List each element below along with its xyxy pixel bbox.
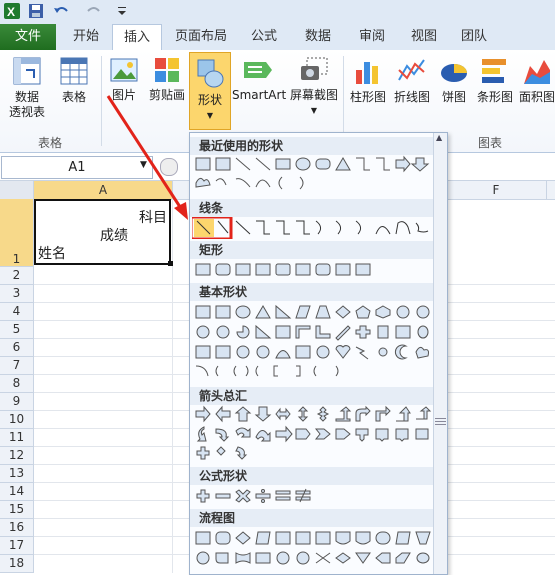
smartart-button[interactable]: SmartArt xyxy=(232,56,286,103)
smartart-icon xyxy=(242,56,276,84)
row-header[interactable]: 5 xyxy=(0,321,34,339)
row-header[interactable]: 11 xyxy=(0,429,34,447)
section-equation-shapes: 公式形状 xyxy=(190,467,433,485)
table-label: 表格 xyxy=(61,90,86,104)
row-header[interactable]: 6 xyxy=(0,339,34,357)
tab-formulas[interactable]: 公式 xyxy=(242,24,286,50)
row-header[interactable]: 9 xyxy=(0,393,34,411)
area-chart-icon xyxy=(522,56,552,86)
pie-chart-button[interactable]: 饼图 xyxy=(436,56,472,105)
tab-data[interactable]: 数据 xyxy=(296,24,340,50)
row-header[interactable]: 8 xyxy=(0,375,34,393)
tab-review[interactable]: 审阅 xyxy=(350,24,394,50)
table-icon xyxy=(59,56,89,86)
quick-access-toolbar: X xyxy=(0,0,555,25)
section-basic-shapes: 基本形状 xyxy=(190,283,433,301)
column-chart-label: 柱形图 xyxy=(349,90,386,104)
row-header[interactable]: 16 xyxy=(0,519,34,537)
area-chart-button[interactable]: 面积图 xyxy=(517,56,555,105)
row-header[interactable]: 13 xyxy=(0,465,34,483)
section-block-arrows: 箭头总汇 xyxy=(190,387,433,405)
rectangles-row[interactable] xyxy=(192,261,432,279)
bar-chart-label: 条形图 xyxy=(476,90,513,104)
pie-chart-label: 饼图 xyxy=(441,90,466,104)
save-icon[interactable] xyxy=(28,3,46,20)
section-rectangles: 矩形 xyxy=(190,241,433,259)
tab-insert[interactable]: 插入 xyxy=(112,24,162,51)
tab-view[interactable]: 视图 xyxy=(402,24,446,50)
shapes-icon xyxy=(195,57,225,89)
row-header[interactable]: 12 xyxy=(0,447,34,465)
tab-page-layout[interactable]: 页面布局 xyxy=(168,24,234,50)
row-header[interactable]: 2 xyxy=(0,267,34,285)
lines-shapes-row[interactable] xyxy=(192,217,432,239)
row-header[interactable]: 18 xyxy=(0,555,34,573)
row-header[interactable]: 7 xyxy=(0,357,34,375)
bar-chart-icon xyxy=(480,56,510,86)
column-chart-icon xyxy=(353,56,383,86)
cell-text-name: 姓名 xyxy=(38,246,66,262)
clip-art-icon xyxy=(153,56,181,84)
select-all-corner[interactable] xyxy=(0,181,34,199)
scroll-grip-line xyxy=(435,422,446,425)
menu-scrollbar[interactable]: ▲ xyxy=(433,133,447,574)
area-chart-label: 面积图 xyxy=(518,90,555,104)
pivot-table-icon xyxy=(12,56,42,86)
svg-text:X: X xyxy=(7,5,15,19)
row-header[interactable]: 3 xyxy=(0,285,34,303)
column-chart-button[interactable]: 柱形图 xyxy=(347,56,389,105)
excel-logo-icon: X xyxy=(4,3,22,20)
ribbon-tab-bar: 文件 开始 插入 页面布局 公式 数据 审阅 视图 团队 xyxy=(0,24,555,51)
line-chart-label: 折线图 xyxy=(393,90,430,104)
table-button[interactable]: 表格 xyxy=(54,56,94,105)
group-label-charts: 图表 xyxy=(477,136,502,150)
pivot-table-label-2: 透视表 xyxy=(8,105,45,119)
fill-handle[interactable] xyxy=(168,261,173,266)
flowchart-shapes-grid[interactable] xyxy=(192,529,432,575)
shapes-dropdown-menu: 最近使用的形状 线条 矩形 基本形状 箭头总汇 公式形状 流程图 ▲ xyxy=(189,132,448,575)
tab-home[interactable]: 开始 xyxy=(62,24,110,50)
pivot-table-label-1: 数据 xyxy=(14,90,39,104)
redo-icon[interactable] xyxy=(84,3,102,20)
equation-shapes-row[interactable] xyxy=(192,487,432,505)
row-header[interactable]: 1 xyxy=(0,199,34,267)
group-label-tables: 表格 xyxy=(37,136,62,150)
tab-file[interactable]: 文件 xyxy=(0,24,56,50)
line-chart-button[interactable]: 折线图 xyxy=(390,56,434,105)
screenshot-button[interactable]: 屏幕截图 ▼ xyxy=(288,56,340,118)
row-header[interactable]: 10 xyxy=(0,411,34,429)
pivot-table-button[interactable]: 数据 透视表 xyxy=(4,56,50,120)
section-flowchart: 流程图 xyxy=(190,509,433,527)
row-header[interactable]: 15 xyxy=(0,501,34,519)
smartart-label: SmartArt xyxy=(232,88,287,102)
row-header[interactable]: 4 xyxy=(0,303,34,321)
screenshot-dropdown-icon: ▼ xyxy=(310,106,318,115)
bar-chart-button[interactable]: 条形图 xyxy=(474,56,516,105)
tab-team[interactable]: 团队 xyxy=(452,24,496,50)
grid-line xyxy=(172,199,173,573)
section-recent-shapes: 最近使用的形状 xyxy=(190,137,433,155)
block-arrows-grid[interactable] xyxy=(192,405,432,463)
pie-chart-icon xyxy=(439,56,469,86)
section-lines: 线条 xyxy=(190,199,433,217)
recent-shapes-grid[interactable] xyxy=(192,155,432,199)
line-chart-icon xyxy=(397,56,427,86)
row-header[interactable]: 17 xyxy=(0,537,34,555)
screenshot-icon xyxy=(299,56,329,84)
screenshot-label: 屏幕截图 xyxy=(289,88,338,102)
undo-icon[interactable] xyxy=(52,3,70,20)
customize-qat-icon[interactable] xyxy=(116,3,134,20)
basic-shapes-grid[interactable] xyxy=(192,303,432,389)
row-header[interactable]: 14 xyxy=(0,483,34,501)
column-header-f[interactable]: F xyxy=(446,181,547,199)
scroll-up-icon[interactable]: ▲ xyxy=(436,133,445,145)
picture-icon xyxy=(110,56,138,84)
